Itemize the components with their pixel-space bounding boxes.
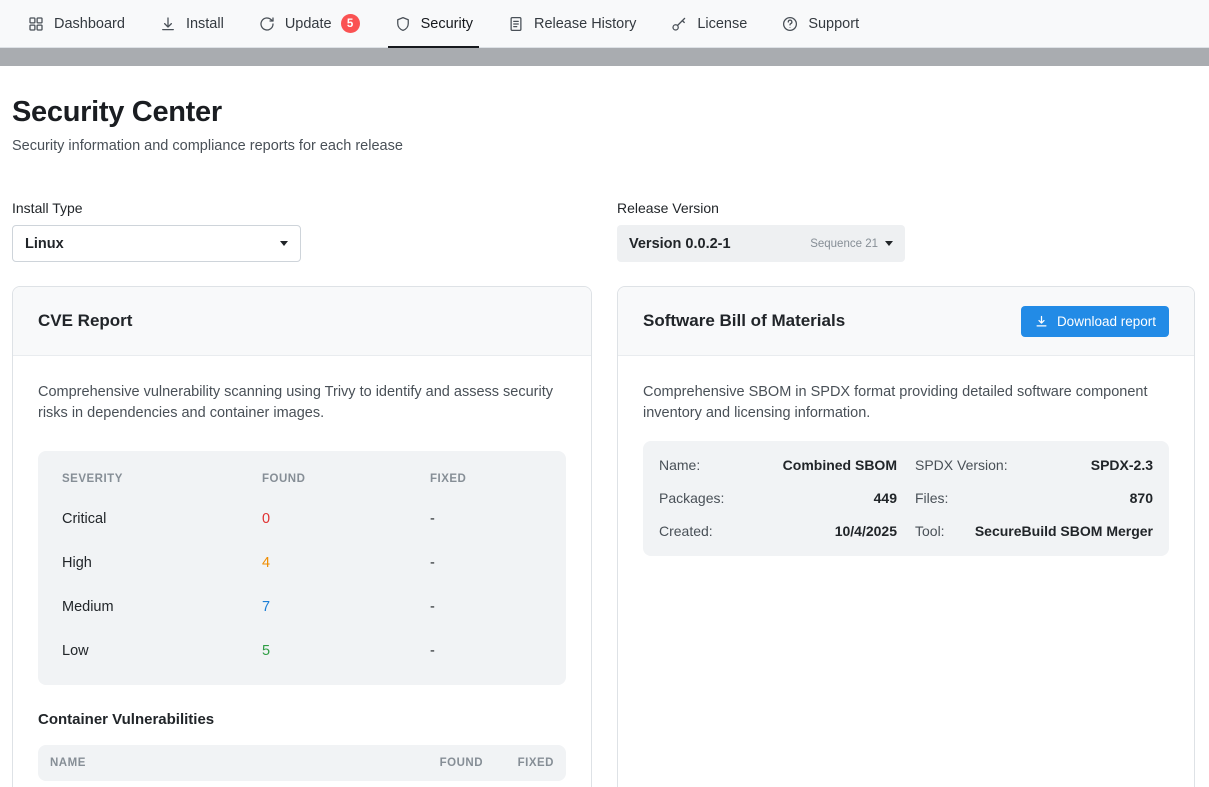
severity-table-header: SEVERITY FOUND FIXED xyxy=(38,461,566,497)
page-subtitle: Security information and compliance repo… xyxy=(12,138,1197,154)
found-count: 4 xyxy=(262,555,430,571)
table-row: Low 5 - xyxy=(38,629,566,673)
sbom-created: Created: 10/4/2025 xyxy=(659,523,897,539)
nav-license-label: License xyxy=(697,16,747,32)
chevron-down-icon xyxy=(280,241,288,246)
cve-report-card: CVE Report Comprehensive vulnerability s… xyxy=(12,286,592,787)
severity-name: Critical xyxy=(62,511,262,527)
nav-support[interactable]: Support xyxy=(764,0,876,47)
found-count: 0 xyxy=(262,511,430,527)
cve-description: Comprehensive vulnerability scanning usi… xyxy=(38,382,566,425)
release-version-meta: Sequence 21 xyxy=(810,238,893,250)
sbom-card-title: Software Bill of Materials xyxy=(643,311,845,331)
filters-row: Install Type Linux Release Version Versi… xyxy=(12,200,1197,262)
install-type-label: Install Type xyxy=(12,200,592,216)
sbom-files: Files: 870 xyxy=(915,490,1153,506)
nav-license[interactable]: License xyxy=(653,0,764,47)
sbom-spdx-version: SPDX Version: SPDX-2.3 xyxy=(915,457,1153,473)
sbom-info-grid: Name: Combined SBOM SPDX Version: SPDX-2… xyxy=(643,441,1169,556)
cve-card-title: CVE Report xyxy=(38,311,132,331)
release-history-icon xyxy=(507,15,525,33)
sbom-info-row: Name: Combined SBOM SPDX Version: SPDX-2… xyxy=(659,449,1153,482)
sbom-card-header: Software Bill of Materials Download repo… xyxy=(618,287,1194,356)
cards-row: CVE Report Comprehensive vulnerability s… xyxy=(12,286,1197,787)
main-content: Security Center Security information and… xyxy=(0,96,1209,787)
sbom-description: Comprehensive SBOM in SPDX format provid… xyxy=(643,382,1169,425)
nav-update[interactable]: Update 5 xyxy=(241,0,377,47)
table-row: Medium 7 - xyxy=(38,585,566,629)
update-icon xyxy=(258,15,276,33)
support-help-icon xyxy=(781,15,799,33)
sbom-packages: Packages: 449 xyxy=(659,490,897,506)
nav-release-history[interactable]: Release History xyxy=(490,0,653,47)
severity-table: SEVERITY FOUND FIXED Critical 0 - High 4… xyxy=(38,451,566,685)
nav-security[interactable]: Security xyxy=(377,0,490,47)
nav-release-history-label: Release History xyxy=(534,16,636,32)
sbom-tool: Tool: SecureBuild SBOM Merger xyxy=(915,523,1153,539)
install-type-select[interactable]: Linux xyxy=(12,225,301,262)
install-type-filter: Install Type Linux xyxy=(12,200,592,262)
download-icon xyxy=(1034,314,1049,329)
chevron-down-icon xyxy=(885,241,893,246)
container-vulnerabilities-title: Container Vulnerabilities xyxy=(38,711,566,728)
col-severity: SEVERITY xyxy=(62,473,262,485)
nav-dashboard-label: Dashboard xyxy=(54,16,125,32)
severity-name: Low xyxy=(62,643,262,659)
security-shield-icon xyxy=(394,15,412,33)
download-report-button[interactable]: Download report xyxy=(1021,306,1169,337)
dashboard-icon xyxy=(27,15,45,33)
col-found: FOUND xyxy=(262,473,430,485)
install-icon xyxy=(159,15,177,33)
nav-install[interactable]: Install xyxy=(142,0,241,47)
fixed-count: - xyxy=(430,511,542,527)
found-count: 7 xyxy=(262,599,430,615)
license-key-icon xyxy=(670,15,688,33)
severity-name: High xyxy=(62,555,262,571)
found-count: 5 xyxy=(262,643,430,659)
sbom-info-row: Packages: 449 Files: 870 xyxy=(659,482,1153,515)
nav-dashboard[interactable]: Dashboard xyxy=(10,0,142,47)
divider-strip xyxy=(0,48,1209,66)
sbom-name: Name: Combined SBOM xyxy=(659,457,897,473)
page-title: Security Center xyxy=(12,96,1197,129)
release-version-label: Release Version xyxy=(617,200,1195,216)
nav-security-label: Security xyxy=(421,16,473,32)
release-version-value: Version 0.0.2-1 xyxy=(629,236,731,252)
severity-name: Medium xyxy=(62,599,262,615)
table-row: Critical 0 - xyxy=(38,497,566,541)
col-found: FOUND xyxy=(407,757,483,769)
download-report-label: Download report xyxy=(1057,314,1156,329)
fixed-count: - xyxy=(430,555,542,571)
sbom-info-row: Created: 10/4/2025 Tool: SecureBuild SBO… xyxy=(659,515,1153,548)
install-type-value: Linux xyxy=(25,236,64,252)
nav-support-label: Support xyxy=(808,16,859,32)
nav-update-label: Update xyxy=(285,16,332,32)
container-table-header: NAME FOUND FIXED xyxy=(38,745,566,781)
release-version-select[interactable]: Version 0.0.2-1 Sequence 21 xyxy=(617,225,905,262)
col-fixed: FIXED xyxy=(430,473,542,485)
update-count-badge: 5 xyxy=(341,14,360,33)
cve-card-header: CVE Report xyxy=(13,287,591,356)
sequence-label: Sequence 21 xyxy=(810,238,878,250)
fixed-count: - xyxy=(430,599,542,615)
nav-install-label: Install xyxy=(186,16,224,32)
table-row: High 4 - xyxy=(38,541,566,585)
sbom-card-body: Comprehensive SBOM in SPDX format provid… xyxy=(618,356,1194,582)
col-name: NAME xyxy=(50,757,407,769)
top-navigation: Dashboard Install Update 5 Security Rele… xyxy=(0,0,1209,48)
sbom-card: Software Bill of Materials Download repo… xyxy=(617,286,1195,787)
cve-card-body: Comprehensive vulnerability scanning usi… xyxy=(13,356,591,787)
release-version-filter: Release Version Version 0.0.2-1 Sequence… xyxy=(617,200,1195,262)
fixed-count: - xyxy=(430,643,542,659)
col-fixed: FIXED xyxy=(483,757,554,769)
